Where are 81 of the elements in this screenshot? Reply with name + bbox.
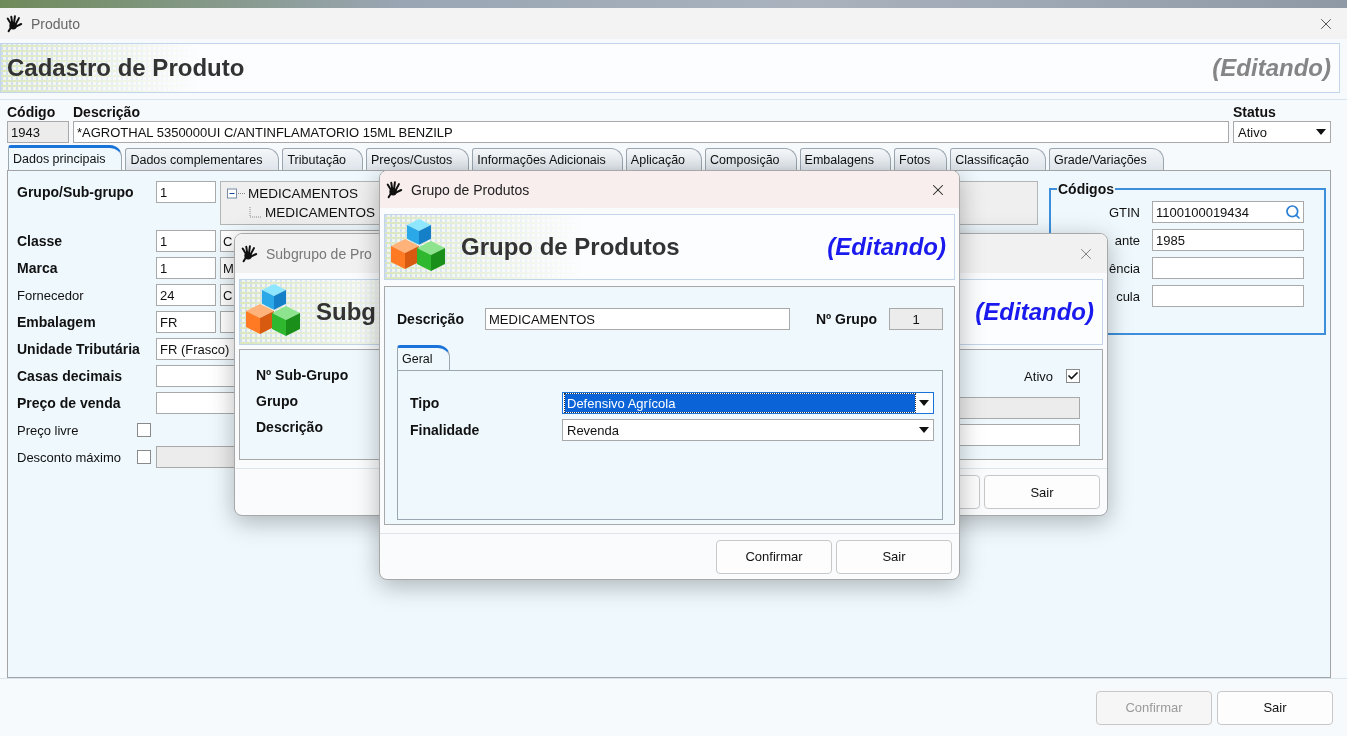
- description-field[interactable]: MEDICAMENTOS: [485, 308, 790, 330]
- code-field[interactable]: 1: [156, 181, 216, 203]
- field-label: Grupo: [256, 393, 299, 409]
- checkbox[interactable]: [137, 450, 151, 464]
- text-field[interactable]: [1152, 257, 1304, 279]
- text-field[interactable]: [1152, 285, 1304, 307]
- code-field[interactable]: 1: [156, 257, 216, 279]
- field-label: Nº Grupo: [815, 311, 877, 327]
- tab[interactable]: Informações Adicionais: [472, 148, 623, 170]
- field-label: Preço livre: [17, 422, 79, 438]
- tab[interactable]: Preços/Custos: [366, 148, 470, 170]
- field-label: Código: [7, 104, 57, 120]
- caret-icon: [919, 400, 929, 406]
- field-label: Status: [1233, 104, 1277, 120]
- tab[interactable]: Embalagens: [799, 148, 892, 170]
- field-label: Descrição: [397, 311, 465, 327]
- status-text: (Editando): [975, 298, 1095, 326]
- status-dropdown[interactable]: Ativo: [1233, 121, 1331, 143]
- field-label: Embalagem: [17, 314, 96, 330]
- field-label: Preço de venda: [17, 395, 121, 411]
- collapse-icon[interactable]: [227, 188, 246, 199]
- text-field[interactable]: 1100100019434: [1152, 201, 1304, 223]
- field-label: ência: [1108, 260, 1140, 276]
- code-field[interactable]: 1943: [7, 121, 69, 143]
- field-label: cula: [1116, 288, 1140, 304]
- tab[interactable]: Tributação: [282, 148, 364, 170]
- dropdown[interactable]: Defensivo Agrícola: [562, 392, 934, 414]
- page-title: Cadastro de Produto: [6, 54, 245, 82]
- footer-button[interactable]: Sair: [984, 475, 1100, 509]
- field-label: Finalidade: [410, 422, 481, 438]
- tab[interactable]: Aplicação: [625, 148, 703, 170]
- status-text: (Editando): [1212, 54, 1332, 82]
- tab[interactable]: Composição: [705, 148, 797, 170]
- footer-button[interactable]: Confirmar: [716, 539, 832, 574]
- field-label: Grupo/Sub-grupo: [17, 184, 134, 200]
- hand-icon: [385, 180, 403, 199]
- tab[interactable]: Grade/Variações: [1048, 148, 1164, 170]
- search-icon[interactable]: [1285, 204, 1301, 220]
- field-label: Fornecedor: [17, 287, 84, 303]
- tree-item[interactable]: MEDICAMENTOS: [265, 205, 375, 220]
- field-label: Descrição: [73, 104, 141, 120]
- field-label: Marca: [17, 260, 58, 276]
- field-label: Descrição: [256, 419, 324, 435]
- caret-icon: [919, 427, 929, 433]
- checkbox-label: Ativo: [1024, 368, 1053, 384]
- field-label: Unidade Tributária: [17, 341, 140, 357]
- tab[interactable]: Fotos: [894, 148, 948, 170]
- tab[interactable]: Dados principais: [8, 145, 123, 170]
- footer-button[interactable]: Sair: [1217, 690, 1333, 725]
- field-label: ante: [1114, 232, 1140, 248]
- footer-button[interactable]: Sair: [836, 539, 952, 574]
- tree-item[interactable]: MEDICAMENTOS: [248, 186, 358, 201]
- field-label: Casas decimais: [17, 368, 123, 384]
- field-label: Tipo: [410, 395, 441, 411]
- dropdown[interactable]: Revenda: [562, 419, 934, 441]
- checkbox[interactable]: [137, 423, 151, 437]
- description-field[interactable]: *AGROTHAL 5350000UI C/ANTINFLAMATORIO 15ML BENZILP: [73, 121, 1229, 143]
- field-label: Classe: [17, 233, 63, 249]
- dialog-title: Subgrupo de Pro: [266, 245, 372, 262]
- window-title: Produto: [31, 15, 81, 32]
- field-label: Nº Sub-Grupo: [256, 367, 349, 383]
- checkbox[interactable]: [1066, 369, 1080, 383]
- code-field[interactable]: FR: [156, 311, 216, 333]
- dialog-title: Grupo de Produtos: [411, 181, 530, 198]
- caret-icon: [1316, 129, 1326, 135]
- dialog-heading: Subg: [315, 298, 376, 326]
- field-label: Desconto máximo: [17, 449, 122, 465]
- dialog-heading: Grupo de Produtos: [460, 233, 680, 261]
- field-label: GTIN: [1108, 204, 1140, 220]
- hand-icon: [240, 244, 258, 263]
- text-field[interactable]: 1985: [1152, 229, 1304, 251]
- group-title: Códigos: [1057, 181, 1115, 197]
- hand-icon: [5, 14, 23, 33]
- code-field[interactable]: 1: [156, 230, 216, 252]
- tree-line: [249, 206, 263, 219]
- tab[interactable]: Classificação: [950, 148, 1046, 170]
- tab[interactable]: Geral: [397, 345, 450, 370]
- status-text: (Editando): [827, 233, 947, 261]
- number-field[interactable]: 1: [889, 308, 943, 330]
- code-field[interactable]: 24: [156, 284, 216, 306]
- tab[interactable]: Dados complementares: [125, 148, 280, 170]
